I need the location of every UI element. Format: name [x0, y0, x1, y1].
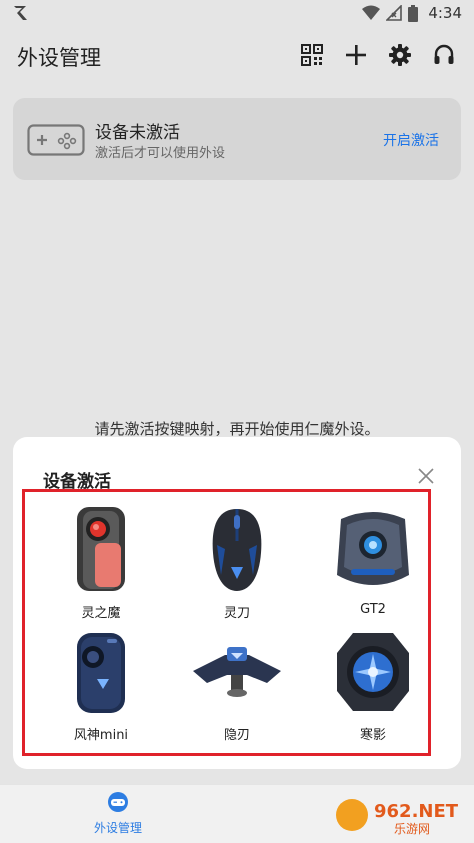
headset-icon[interactable]: [432, 43, 456, 67]
device-label: 隐刃: [223, 728, 250, 743]
close-icon[interactable]: [417, 467, 435, 485]
qr-code-icon[interactable]: [300, 43, 324, 67]
device-label: 风神mini: [73, 728, 129, 743]
hanying-device-icon: [337, 633, 409, 711]
yinren-device-icon: [193, 647, 281, 697]
nav-peripheral-management[interactable]: 外设管理: [80, 791, 156, 836]
app-logo-icon: [14, 6, 27, 20]
no-signal-icon: [386, 5, 403, 21]
device-item-fengshen-mini[interactable]: 风神mini: [33, 627, 169, 749]
watermark-logo: 962.NET 乐游网: [336, 799, 459, 836]
app-bar: 外设管理: [0, 30, 474, 80]
status-time: 4:34: [428, 4, 462, 22]
device-status-subtitle: 激活后才可以使用外设: [95, 146, 226, 161]
wifi-icon: [362, 5, 381, 20]
activation-hint: 请先激活按键映射，再开始使用仁魔外设。: [94, 420, 380, 438]
device-activation-sheet: 设备激活 灵之魔 灵刀 GT2 风神mini 隐刃 寒影: [13, 437, 461, 769]
battery-icon: [408, 4, 419, 22]
svg-text:乐游网: 乐游网: [394, 822, 430, 836]
device-item-lingzhimo[interactable]: 灵之魔: [33, 505, 169, 627]
plus-icon[interactable]: [344, 43, 368, 67]
device-status-title: 设备未激活: [95, 123, 180, 143]
cooler-device-icon: [337, 512, 409, 585]
device-item-gt2[interactable]: GT2: [305, 505, 441, 627]
device-item-hanying[interactable]: 寒影: [305, 627, 441, 749]
device-grid: 灵之魔 灵刀 GT2 风神mini 隐刃 寒影: [33, 505, 441, 749]
device-item-lingdao[interactable]: 灵刀: [169, 505, 305, 627]
device-label: GT2: [360, 602, 386, 617]
page-title: 外设管理: [17, 46, 101, 70]
status-icons: 4:34: [362, 4, 462, 22]
device-label: 灵刀: [223, 606, 250, 621]
device-status-card: 设备未激活 激活后才可以使用外设 开启激活: [13, 98, 461, 180]
lingzhimo-device-icon: [77, 507, 125, 591]
device-label: 寒影: [359, 728, 386, 743]
bottom-nav: 外设管理 962.NET 乐游网: [0, 784, 474, 843]
mouse-device-icon: [212, 509, 262, 591]
status-bar: 4:34: [0, 0, 474, 26]
device-item-yinren[interactable]: 隐刃: [169, 627, 305, 749]
nav-label: 外设管理: [93, 821, 142, 835]
enable-activation-link[interactable]: 开启激活: [383, 130, 439, 150]
svg-text:962.NET: 962.NET: [374, 801, 459, 822]
peripheral-nav-icon: [108, 792, 128, 812]
fengshen-device-icon: [77, 633, 125, 713]
device-label: 灵之魔: [81, 606, 121, 621]
gamepad-icon: [27, 124, 85, 156]
gear-icon[interactable]: [388, 43, 412, 67]
